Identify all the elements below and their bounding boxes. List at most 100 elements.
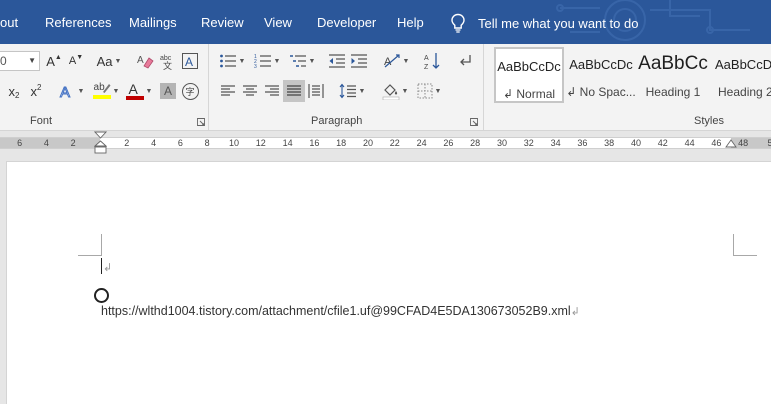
ruler-tick-label: 24 bbox=[416, 138, 427, 148]
font-size-box[interactable]: 0 ▼ bbox=[0, 51, 40, 71]
align-center-button[interactable] bbox=[240, 81, 260, 101]
ruler-tick-label: 36 bbox=[577, 138, 588, 148]
tab-review[interactable]: Review bbox=[201, 15, 244, 30]
style-heading-1[interactable]: AaBbCc Heading 1 bbox=[638, 47, 708, 103]
align-left-button[interactable] bbox=[218, 81, 238, 101]
style-normal[interactable]: AaBbCcDc ↲ Normal bbox=[494, 47, 564, 103]
ruler-tick-label: 38 bbox=[604, 138, 615, 148]
pen-icon bbox=[102, 84, 111, 93]
font-dialog-launcher-icon[interactable] bbox=[197, 118, 205, 126]
indent-markers-icon[interactable] bbox=[94, 131, 107, 155]
character-shading-button[interactable]: A bbox=[158, 81, 178, 101]
style-heading-1-name: Heading 1 bbox=[645, 85, 701, 99]
chevron-down-icon: ▼ bbox=[77, 87, 85, 95]
text-direction-button[interactable]: A ▼ bbox=[381, 51, 411, 71]
grow-font-button[interactable]: A ▲ bbox=[44, 51, 64, 71]
enclose-characters-icon: 字 bbox=[181, 82, 199, 100]
change-case-button[interactable]: Aa ▼ bbox=[94, 51, 124, 71]
highlight-color-swatch bbox=[92, 95, 111, 99]
superscript-button[interactable]: x2 bbox=[26, 81, 46, 101]
font-color-swatch bbox=[125, 96, 144, 100]
ruler-tick-label: 8 bbox=[204, 138, 210, 148]
ruler-tick-label: 28 bbox=[470, 138, 481, 148]
character-shading-icon: A bbox=[160, 83, 176, 99]
shrink-font-button[interactable]: A ▼ bbox=[66, 51, 86, 71]
borders-button[interactable]: ▼ bbox=[414, 81, 444, 101]
style-heading-2-name: Heading 2 bbox=[718, 85, 771, 99]
crop-mark-left-h bbox=[78, 255, 102, 256]
align-left-icon bbox=[221, 85, 235, 96]
tab-layout[interactable]: out bbox=[0, 15, 18, 30]
character-shading-label: A bbox=[163, 84, 172, 98]
show-hide-marks-button[interactable] bbox=[455, 51, 475, 71]
font-color-icon: A bbox=[125, 81, 144, 100]
numbering-button[interactable]: 1 2 3 ▼ bbox=[251, 51, 283, 71]
distributed-button[interactable] bbox=[306, 81, 326, 101]
ruler-bar: 6 4 2 2 4 6 8 10 12 14 16 18 20 22 24 26 28 30 32 34 36 38 40 4… bbox=[0, 137, 771, 149]
enclose-characters-label: 字 bbox=[185, 87, 195, 98]
document-text-line[interactable]: https://wlthd1004.tistory.com/attachment… bbox=[101, 304, 580, 318]
ruler-tick-label: 4 bbox=[43, 138, 49, 148]
ruler-tick-label: 34 bbox=[550, 138, 561, 148]
numbering-icon: 1 2 3 bbox=[254, 54, 271, 69]
subscript-digit: 2 bbox=[15, 90, 20, 100]
multilevel-list-icon bbox=[289, 55, 306, 67]
shrink-font-label: A bbox=[68, 55, 77, 67]
phonetic-guide-button[interactable]: abc 文 bbox=[158, 51, 178, 71]
justify-button[interactable] bbox=[283, 80, 305, 102]
shading-button[interactable]: ▼ bbox=[380, 81, 410, 101]
paragraph-dialog-launcher-icon[interactable] bbox=[470, 118, 478, 126]
svg-text:A: A bbox=[424, 55, 429, 62]
subscript-button[interactable]: x2 bbox=[4, 81, 24, 101]
align-right-button[interactable] bbox=[262, 81, 282, 101]
sort-button[interactable]: A Z bbox=[422, 51, 444, 71]
character-border-button[interactable]: A bbox=[180, 51, 200, 71]
ruler-tick-label: 18 bbox=[336, 138, 347, 148]
chevron-down-icon: ▼ bbox=[238, 57, 246, 65]
distributed-icon bbox=[308, 84, 324, 98]
style-no-spacing[interactable]: AaBbCcDc ↲ No Spac... bbox=[566, 47, 636, 103]
paragraph-mark: ↲ bbox=[103, 262, 113, 274]
chevron-down-icon: ▼ bbox=[358, 87, 366, 95]
text-highlight-button[interactable]: ab ▼ bbox=[90, 81, 122, 101]
ruler-tick-label: 42 bbox=[657, 138, 668, 148]
tab-mailings[interactable]: Mailings bbox=[129, 15, 177, 30]
ruler-tick-label: 30 bbox=[496, 138, 507, 148]
document-area: ↲ https://wlthd1004.tistory.com/attachme… bbox=[0, 155, 771, 404]
increase-indent-button[interactable] bbox=[349, 51, 369, 71]
enclose-characters-button[interactable]: 字 bbox=[180, 81, 200, 101]
right-indent-marker-icon[interactable] bbox=[725, 139, 737, 149]
tab-references[interactable]: References bbox=[45, 15, 111, 30]
chevron-down-icon: ▼ bbox=[434, 87, 442, 95]
horizontal-ruler[interactable]: 6 4 2 2 4 6 8 10 12 14 16 18 20 22 24 26 28 30 32 34 36 38 40 4… bbox=[0, 131, 771, 155]
chevron-down-icon: ▼ bbox=[308, 57, 316, 65]
tell-me-search[interactable]: Tell me what you want to do bbox=[450, 12, 638, 34]
styles-gallery: AaBbCcDc ↲ Normal AaBbCcDc ↲ No Spac... … bbox=[490, 44, 771, 112]
line-spacing-button[interactable]: ▼ bbox=[336, 81, 368, 101]
svg-text:Z: Z bbox=[424, 64, 429, 70]
chevron-down-icon: ▼ bbox=[402, 57, 410, 65]
font-color-label: A bbox=[128, 81, 138, 97]
style-heading-2[interactable]: AaBbCcD Heading 2 bbox=[710, 47, 771, 103]
document-page[interactable]: ↲ https://wlthd1004.tistory.com/attachme… bbox=[6, 161, 771, 404]
tab-developer[interactable]: Developer bbox=[317, 15, 376, 30]
crop-mark-right-h bbox=[733, 255, 757, 256]
bullets-button[interactable]: ▼ bbox=[216, 51, 248, 71]
tab-help[interactable]: Help bbox=[397, 15, 424, 30]
tell-me-text: Tell me what you want to do bbox=[478, 15, 639, 31]
paint-bucket-icon bbox=[382, 84, 399, 100]
grow-font-label: A bbox=[46, 53, 55, 69]
object-anchor-handle[interactable] bbox=[94, 288, 109, 303]
style-no-spacing-name: ↲ No Spac... bbox=[566, 85, 636, 99]
font-color-button[interactable]: A ▼ bbox=[124, 81, 154, 101]
borders-icon bbox=[417, 83, 433, 99]
clear-formatting-button[interactable]: A bbox=[134, 51, 156, 71]
tab-view[interactable]: View bbox=[264, 15, 292, 30]
text-effects-button[interactable]: A ▼ bbox=[56, 81, 86, 101]
eraser-icon: A bbox=[137, 55, 154, 69]
style-heading-2-preview: AaBbCcD bbox=[715, 57, 771, 72]
decrease-indent-button[interactable] bbox=[327, 51, 347, 71]
multilevel-list-button[interactable]: ▼ bbox=[286, 51, 318, 71]
text-direction-icon: A bbox=[384, 54, 400, 68]
chevron-down-icon: ▼ bbox=[273, 57, 281, 65]
